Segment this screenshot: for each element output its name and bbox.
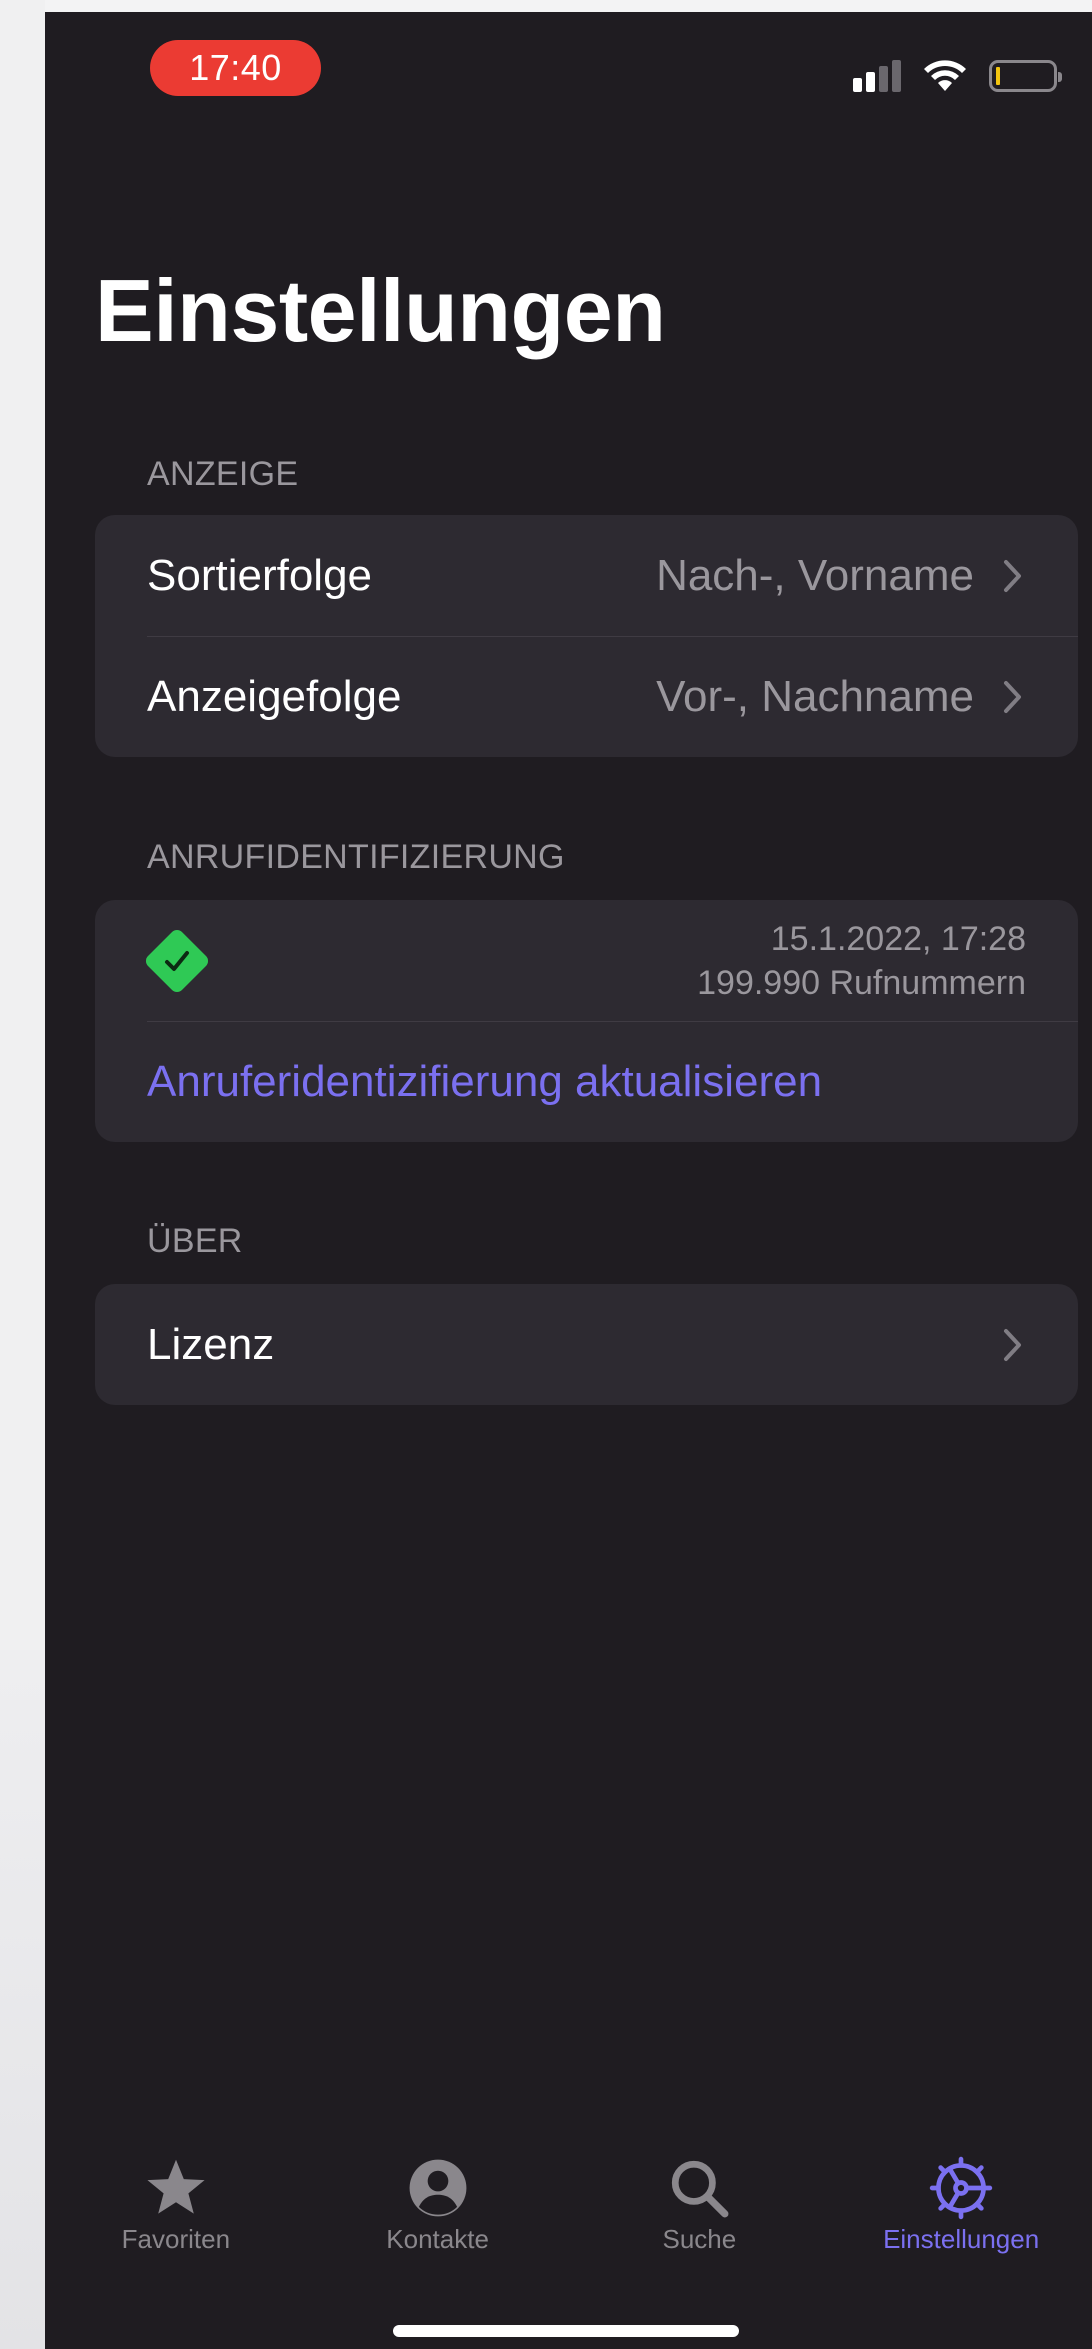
status-icons: [853, 54, 1062, 98]
search-icon: [668, 2152, 730, 2224]
chevron-right-icon: [1000, 679, 1026, 715]
battery-icon: [989, 60, 1062, 92]
tab-label: Favoriten: [121, 2224, 231, 2254]
caller-id-status-row: 15.1.2022, 17:28 199.990 Rufnummern: [95, 900, 1078, 1021]
section-label-anzeige: ANZEIGE: [147, 455, 299, 493]
wifi-icon: [924, 60, 966, 91]
sort-order-value: Nach-, Vorname: [656, 550, 974, 600]
display-order-value: Vor-, Nachname: [656, 671, 974, 721]
star-icon: [143, 2152, 209, 2224]
sort-order-row[interactable]: Sortierfolge Nach-, Vorname: [95, 515, 1078, 636]
home-indicator[interactable]: [393, 2325, 739, 2337]
person-circle-icon: [407, 2152, 469, 2224]
caller-id-group: 15.1.2022, 17:28 199.990 Rufnummern Anru…: [95, 900, 1078, 1142]
window-top-edge: [45, 0, 1092, 12]
chevron-right-icon: [1000, 558, 1026, 594]
tab-favoriten[interactable]: Favoriten: [45, 2152, 307, 2272]
license-row[interactable]: Lizenz: [95, 1284, 1078, 1405]
tab-suche[interactable]: Suche: [569, 2152, 831, 2272]
update-caller-id-row[interactable]: Anruferidentizifierung aktualisieren: [95, 1021, 1078, 1142]
page-title: Einstellungen: [95, 261, 666, 360]
signal-icon: [853, 60, 901, 92]
background-edge: [0, 1650, 45, 2349]
tab-einstellungen[interactable]: Einstellungen: [830, 2152, 1092, 2272]
caller-id-count: 199.990 Rufnummern: [697, 963, 1026, 1002]
section-label-ueber: ÜBER: [147, 1222, 243, 1260]
sort-order-label: Sortierfolge: [147, 550, 373, 600]
tab-kontakte[interactable]: Kontakte: [307, 2152, 569, 2272]
display-order-label: Anzeigefolge: [147, 671, 402, 721]
tab-label: Einstellungen: [883, 2224, 1040, 2254]
about-group: Lizenz: [95, 1284, 1078, 1405]
display-settings-group: Sortierfolge Nach-, Vorname Anzeigefolge…: [95, 515, 1078, 757]
gear-icon: [928, 2152, 994, 2224]
caller-id-info: 15.1.2022, 17:28 199.990 Rufnummern: [201, 917, 1026, 1005]
tab-label: Kontakte: [386, 2224, 489, 2254]
caller-id-date: 15.1.2022, 17:28: [770, 919, 1026, 958]
update-caller-id-link[interactable]: Anruferidentizifierung aktualisieren: [147, 1057, 822, 1107]
section-label-anrufidentifizierung: ANRUFIDENTIFIZIERUNG: [147, 838, 565, 876]
display-order-row[interactable]: Anzeigefolge Vor-, Nachname: [95, 636, 1078, 757]
tab-label: Suche: [662, 2224, 737, 2254]
status-time: 17:40: [150, 40, 321, 96]
license-label: Lizenz: [147, 1319, 275, 1369]
chevron-right-icon: [1000, 1327, 1026, 1363]
phone-screen: 17:40 Einstellungen ANZEIGE Sortierfolge…: [45, 12, 1092, 2349]
tab-bar: Favoriten Kontakte Suche Einstellungen: [45, 2152, 1092, 2272]
